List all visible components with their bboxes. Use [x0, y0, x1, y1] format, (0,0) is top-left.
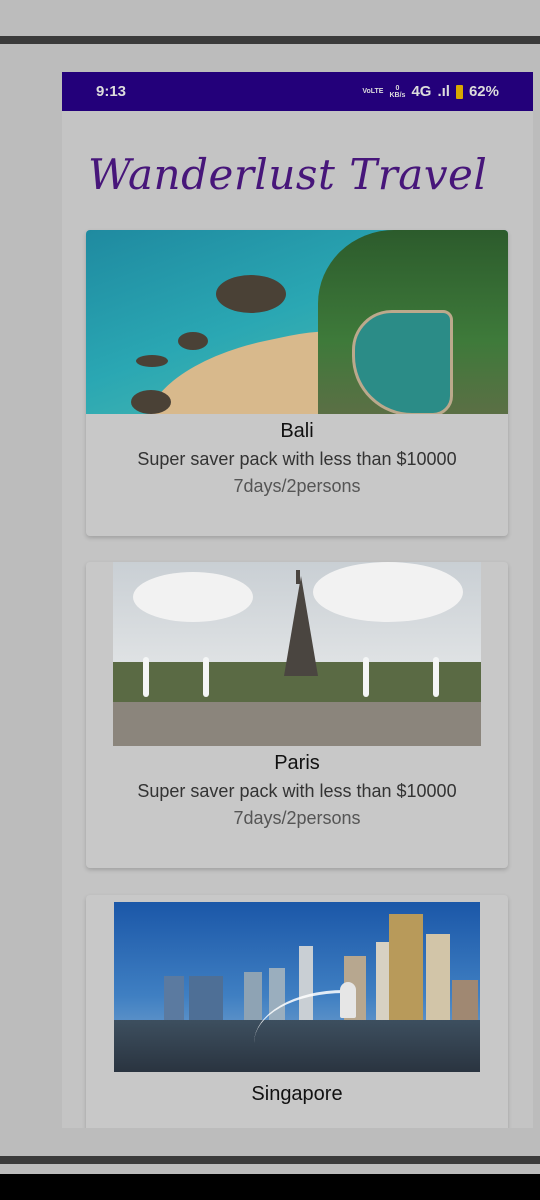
fountain	[363, 657, 369, 697]
battery-level: 62%	[468, 83, 499, 100]
package-card-paris[interactable]: Paris Super saver pack with less than $1…	[86, 562, 508, 868]
top-divider	[0, 36, 540, 44]
building	[426, 934, 450, 1020]
building	[164, 976, 184, 1020]
building	[389, 914, 423, 1020]
package-card-singapore[interactable]: Singapore	[86, 895, 508, 1128]
fountain	[203, 657, 209, 697]
network-type: 4G	[411, 83, 432, 100]
package-description: Super saver pack with less than $10000	[137, 449, 457, 469]
bottom-edge	[0, 1174, 540, 1200]
building	[452, 980, 478, 1020]
building	[189, 976, 223, 1020]
building	[244, 972, 262, 1020]
fountain	[433, 657, 439, 697]
plaza	[113, 702, 481, 746]
phone-screen: 9:13 VoLTE 0 KB/s 4G .ıl 62% Wanderlust …	[62, 72, 533, 1128]
bottom-divider	[0, 1156, 540, 1164]
volte-icon: VoLTE	[362, 88, 384, 95]
package-duration: 7days/2persons	[233, 476, 361, 496]
status-time: 9:13	[96, 83, 127, 100]
data-rate-value: 0	[395, 84, 400, 92]
package-card-bali[interactable]: Bali Super saver pack with less than $10…	[86, 230, 508, 536]
package-description: Super saver pack with less than $10000	[137, 781, 457, 801]
bali-photo	[86, 230, 508, 414]
rock	[216, 275, 286, 313]
data-rate: 0 KB/s	[389, 85, 405, 99]
package-name: Bali	[280, 420, 314, 442]
rock	[178, 332, 208, 350]
app-title: Wanderlust Travel	[88, 150, 488, 199]
package-name: Paris	[274, 752, 320, 774]
status-icons: VoLTE 0 KB/s 4G .ıl 62%	[362, 83, 499, 100]
paris-photo	[113, 562, 481, 746]
building	[376, 942, 390, 1020]
battery-icon	[455, 84, 463, 99]
rock	[136, 355, 168, 367]
singapore-photo	[114, 902, 480, 1072]
cloud	[133, 572, 253, 622]
eiffel-tower	[284, 576, 318, 676]
package-duration: 7days/2persons	[233, 808, 361, 828]
status-bar: 9:13 VoLTE 0 KB/s 4G .ıl 62%	[62, 72, 533, 111]
data-rate-unit: KB/s	[389, 91, 406, 99]
fountain	[143, 657, 149, 697]
signal-icon: .ıl	[437, 83, 450, 100]
merlion-statue	[340, 982, 356, 1018]
cloud	[313, 562, 463, 622]
package-name: Singapore	[251, 1083, 343, 1105]
rock	[131, 390, 171, 414]
